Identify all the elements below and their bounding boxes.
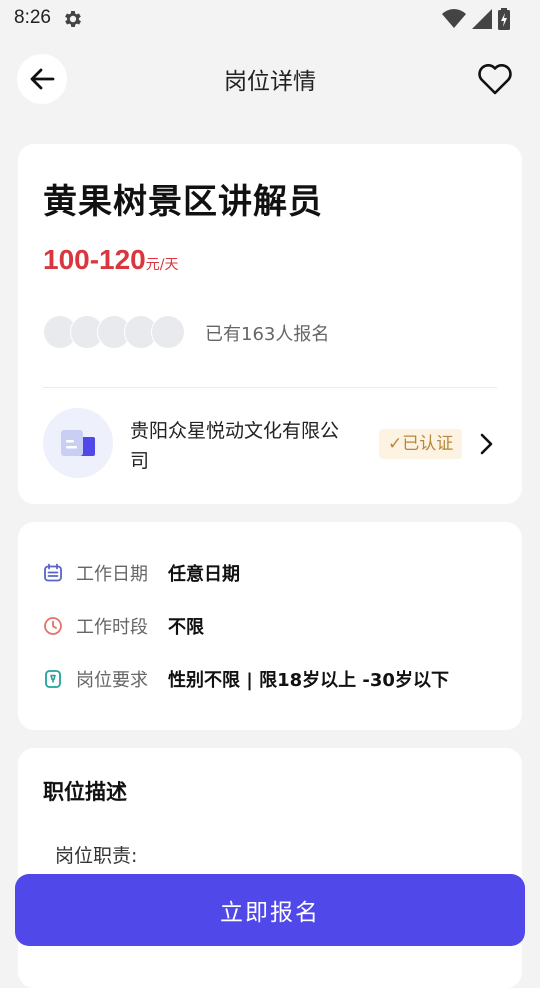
duty-label: 岗位职责: [55,845,138,867]
battery-icon [498,8,510,30]
status-bar: 8:26 [0,0,540,36]
avatar [151,315,185,349]
building-icon [61,430,95,456]
info-value: 性别不限 | 限18岁以上 -30岁以下 [168,670,449,691]
company-name[interactable]: 贵阳众星悦动文化有限公司 [130,416,355,476]
status-time: 8:26 [14,7,51,28]
favorite-button[interactable] [474,58,516,100]
chevron-right-icon[interactable] [476,430,496,458]
info-row-work-date: 工作日期 任意日期 [43,558,240,588]
info-label: 岗位要求 [76,670,148,691]
section-title: 职位描述 [43,780,127,804]
verified-badge: ✓已认证 [379,429,463,459]
job-info-card: 工作日期 任意日期 工作时段 不限 岗位要求 性别不限 | 限18岁以上 -30… [18,522,522,730]
info-row-requirements: 岗位要求 性别不限 | 限18岁以上 -30岁以下 [43,664,449,694]
salary-unit: 元/天 [145,257,179,273]
salary: 100-120元/天 [43,244,178,276]
info-row-work-hours: 工作时段 不限 [43,611,204,641]
info-value: 任意日期 [168,564,240,585]
requirement-icon [45,670,61,688]
calendar-icon [44,563,62,582]
app-header: 岗位详情 [0,44,540,114]
clock-icon [44,617,62,635]
job-title: 黄果树景区讲解员 [43,182,323,222]
divider [43,387,497,388]
info-label: 工作日期 [76,564,148,585]
wifi-icon [442,9,466,28]
salary-amount: 100-120 [43,244,146,275]
apply-now-button[interactable]: 立即报名 [15,874,525,946]
signal-icon [472,9,492,29]
settings-gear-icon [65,11,81,27]
heart-icon [478,64,512,95]
info-label: 工作时段 [76,617,148,638]
info-value: 不限 [168,617,204,638]
company-logo[interactable] [43,408,113,478]
applicant-avatars [43,315,193,349]
job-summary-card: 黄果树景区讲解员 100-120元/天 已有163人报名 贵阳众星悦动文化有限公… [18,144,522,504]
status-indicators [442,8,510,30]
job-description-card: 职位描述 岗位职责: [18,748,522,988]
page-title: 岗位详情 [224,69,316,95]
signup-count: 已有163人报名 [205,324,330,345]
